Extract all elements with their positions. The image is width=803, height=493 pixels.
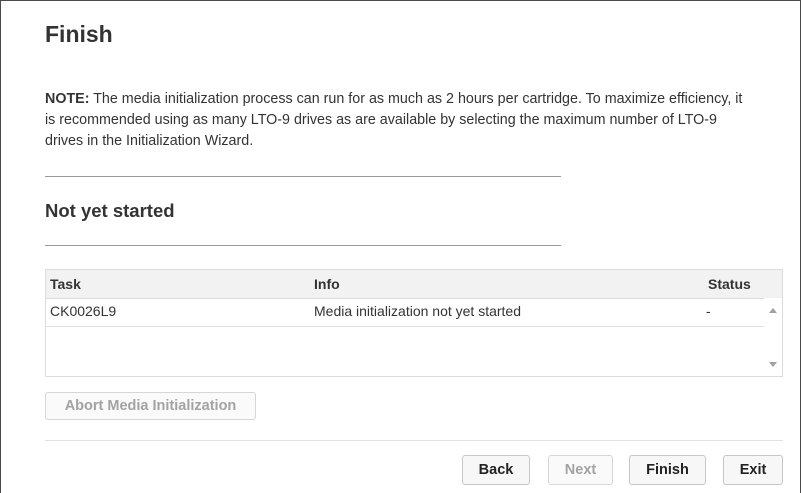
abort-media-initialization-button[interactable]: Abort Media Initialization	[45, 392, 256, 420]
scroll-up-icon[interactable]	[769, 308, 777, 313]
note-body: The media initialization process can run…	[45, 91, 743, 149]
wizard-frame: Finish NOTE: The media initialization pr…	[0, 0, 801, 493]
page-title: Finish	[45, 21, 113, 47]
cell-status: -	[706, 303, 711, 319]
divider-top	[45, 176, 561, 177]
table-row[interactable]: CK0026L9 Media initialization not yet st…	[46, 298, 764, 327]
scroll-down-icon[interactable]	[769, 362, 777, 367]
table-header: Task Info Status	[46, 270, 782, 299]
exit-button[interactable]: Exit	[723, 455, 783, 485]
note-text: NOTE: The media initialization process c…	[45, 89, 745, 152]
divider-bottom	[45, 245, 561, 246]
cell-info: Media initialization not yet started	[314, 303, 521, 319]
column-header-status[interactable]: Status	[708, 270, 751, 298]
next-button[interactable]: Next	[548, 455, 613, 485]
column-header-info[interactable]: Info	[314, 270, 340, 298]
section-title: Not yet started	[45, 200, 175, 221]
finish-button[interactable]: Finish	[629, 455, 706, 485]
footer-divider	[45, 440, 783, 441]
back-button[interactable]: Back	[462, 455, 530, 485]
column-header-task[interactable]: Task	[50, 270, 81, 298]
task-table: Task Info Status CK0026L9 Media initiali…	[45, 269, 783, 377]
note-prefix: NOTE:	[45, 91, 90, 107]
table-scrollbar[interactable]	[764, 298, 782, 376]
cell-task: CK0026L9	[50, 303, 117, 319]
